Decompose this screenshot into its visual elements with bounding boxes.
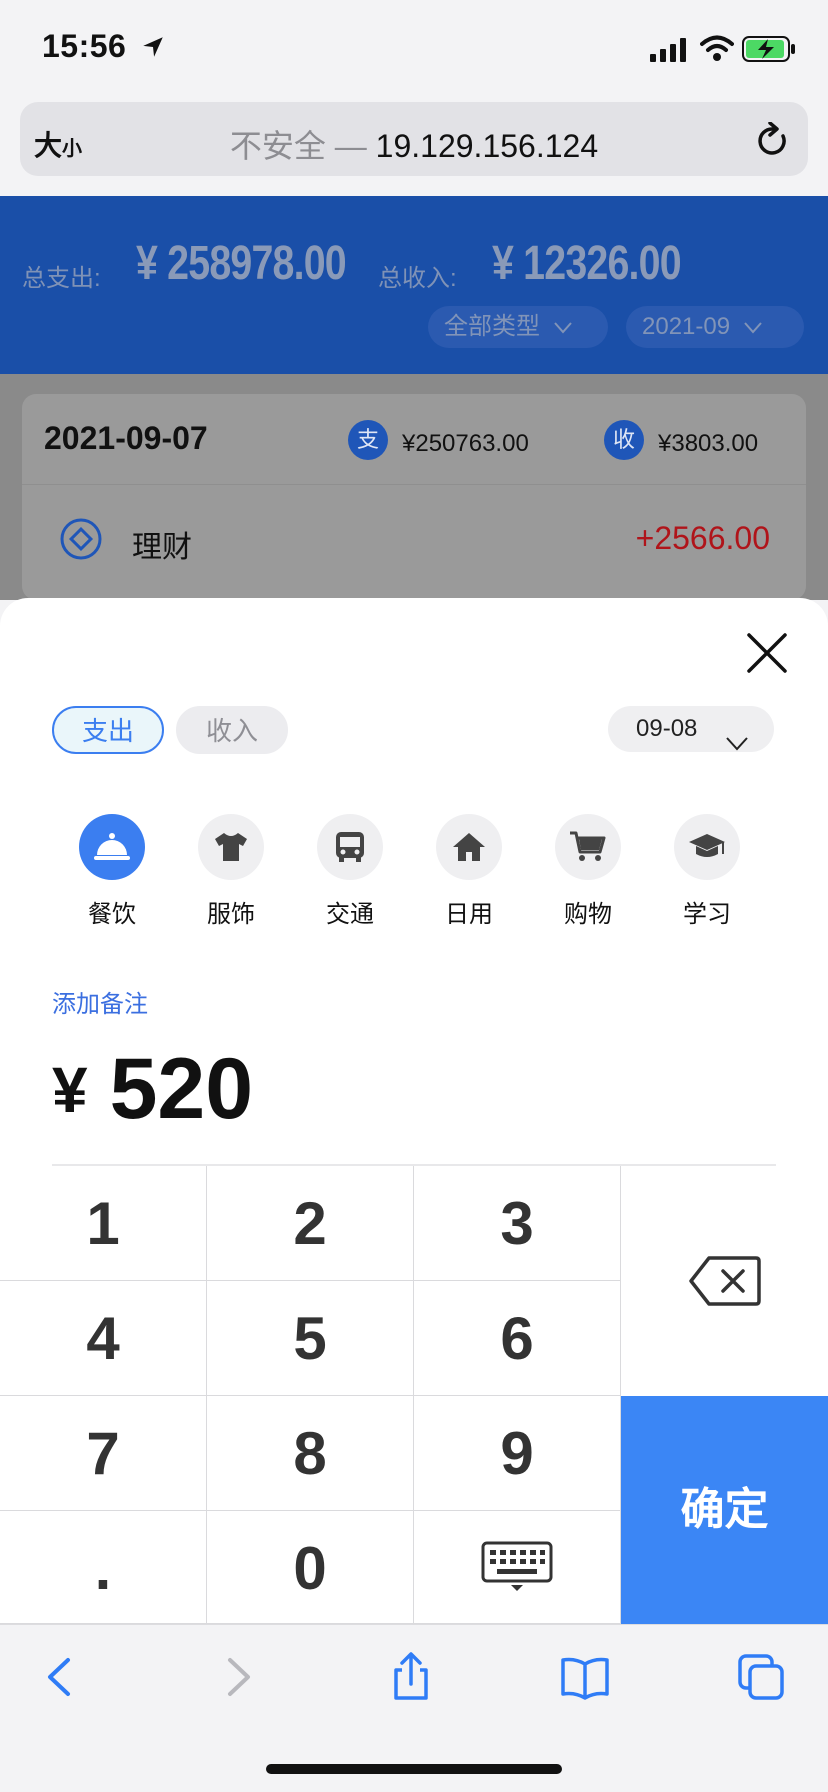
shirt-icon [198, 814, 264, 880]
type-filter-label: 全部类型 [444, 313, 540, 340]
url-host: 19.129.156.124 [375, 128, 599, 164]
transaction-amount: +2566.00 [635, 520, 770, 556]
category-clothing[interactable]: 服饰 [191, 814, 271, 929]
cart-icon [555, 814, 621, 880]
category-label: 服饰 [207, 901, 255, 928]
bus-icon [317, 814, 383, 880]
backspace-icon [688, 1256, 761, 1306]
day-expense-total: ¥250763.00 [402, 430, 529, 457]
key-0[interactable]: 0 [207, 1511, 414, 1624]
expense-total-label: 总支出: [22, 265, 101, 292]
keyboard-icon [481, 1541, 553, 1591]
url-display[interactable]: 不安全 — 19.129.156.124 [0, 121, 828, 167]
amount-value: 520 [109, 1041, 254, 1137]
tabs-icon[interactable] [736, 1652, 786, 1702]
home-icon [436, 814, 502, 880]
add-note-link[interactable]: 添加备注 [52, 984, 148, 1019]
category-shopping[interactable]: 购物 [548, 814, 628, 929]
tab-expense[interactable]: 支出 [52, 706, 164, 754]
expense-total-value: ¥ 258978.00 [136, 237, 347, 290]
category-food[interactable]: 餐饮 [72, 814, 152, 929]
category-label: 购物 [564, 901, 612, 928]
key-2[interactable]: 2 [207, 1166, 414, 1281]
date-picker[interactable]: 09-08 [608, 706, 774, 752]
graduation-cap-icon [674, 814, 740, 880]
reload-icon[interactable] [756, 122, 790, 160]
close-icon[interactable] [744, 630, 790, 676]
income-badge: 收 [604, 420, 644, 460]
income-total-label: 总收入: [378, 265, 457, 292]
back-icon[interactable] [36, 1652, 86, 1702]
currency-symbol: ¥ [52, 1054, 88, 1126]
home-indicator [266, 1764, 562, 1774]
key-1[interactable]: 1 [0, 1166, 207, 1281]
confirm-button[interactable]: 确定 [621, 1396, 828, 1624]
day-income-total: ¥3803.00 [658, 430, 759, 457]
wifi-icon [700, 35, 734, 61]
insecure-label: 不安全 — [229, 128, 367, 164]
day-group-date: 2021-09-07 [44, 420, 208, 456]
key-6[interactable]: 6 [414, 1281, 621, 1396]
category-label: 学习 [683, 901, 731, 928]
key-9[interactable]: 9 [414, 1396, 621, 1511]
date-picker-value: 09-08 [636, 715, 698, 742]
month-filter-label: 2021-09 [642, 313, 731, 340]
type-filter-dropdown[interactable]: 全部类型 [428, 306, 608, 348]
status-time: 15:56 [42, 28, 127, 64]
backspace-key[interactable] [621, 1166, 828, 1396]
food-cover-icon [79, 814, 145, 880]
amount-display: ¥520 [52, 1040, 253, 1139]
expense-badge: 支 [348, 420, 388, 460]
category-transport[interactable]: 交通 [310, 814, 390, 929]
bookmarks-icon[interactable] [560, 1652, 610, 1702]
key-8[interactable]: 8 [207, 1396, 414, 1511]
tab-income[interactable]: 收入 [176, 706, 288, 754]
income-total-value: ¥ 12326.00 [492, 237, 682, 290]
forward-icon[interactable] [212, 1652, 262, 1702]
month-filter-dropdown[interactable]: 2021-09 [626, 306, 804, 348]
key-4[interactable]: 4 [0, 1281, 207, 1396]
category-label: 餐饮 [88, 901, 136, 928]
category-label: 交通 [326, 901, 374, 928]
chevron-down-icon [554, 306, 572, 348]
chevron-down-icon [744, 306, 762, 348]
category-study[interactable]: 学习 [667, 814, 747, 929]
chevron-down-icon [726, 721, 748, 767]
battery-charging-icon [742, 36, 795, 62]
hide-keyboard-key[interactable] [414, 1511, 621, 1624]
location-arrow-icon [143, 37, 163, 57]
share-icon[interactable] [386, 1652, 436, 1702]
key-3[interactable]: 3 [414, 1166, 621, 1281]
divider [22, 484, 806, 485]
category-label: 日用 [445, 901, 493, 928]
key-7[interactable]: 7 [0, 1396, 207, 1511]
cellular-signal-icon [650, 38, 686, 62]
key-decimal[interactable]: . [0, 1511, 207, 1624]
category-daily[interactable]: 日用 [429, 814, 509, 929]
key-5[interactable]: 5 [207, 1281, 414, 1396]
